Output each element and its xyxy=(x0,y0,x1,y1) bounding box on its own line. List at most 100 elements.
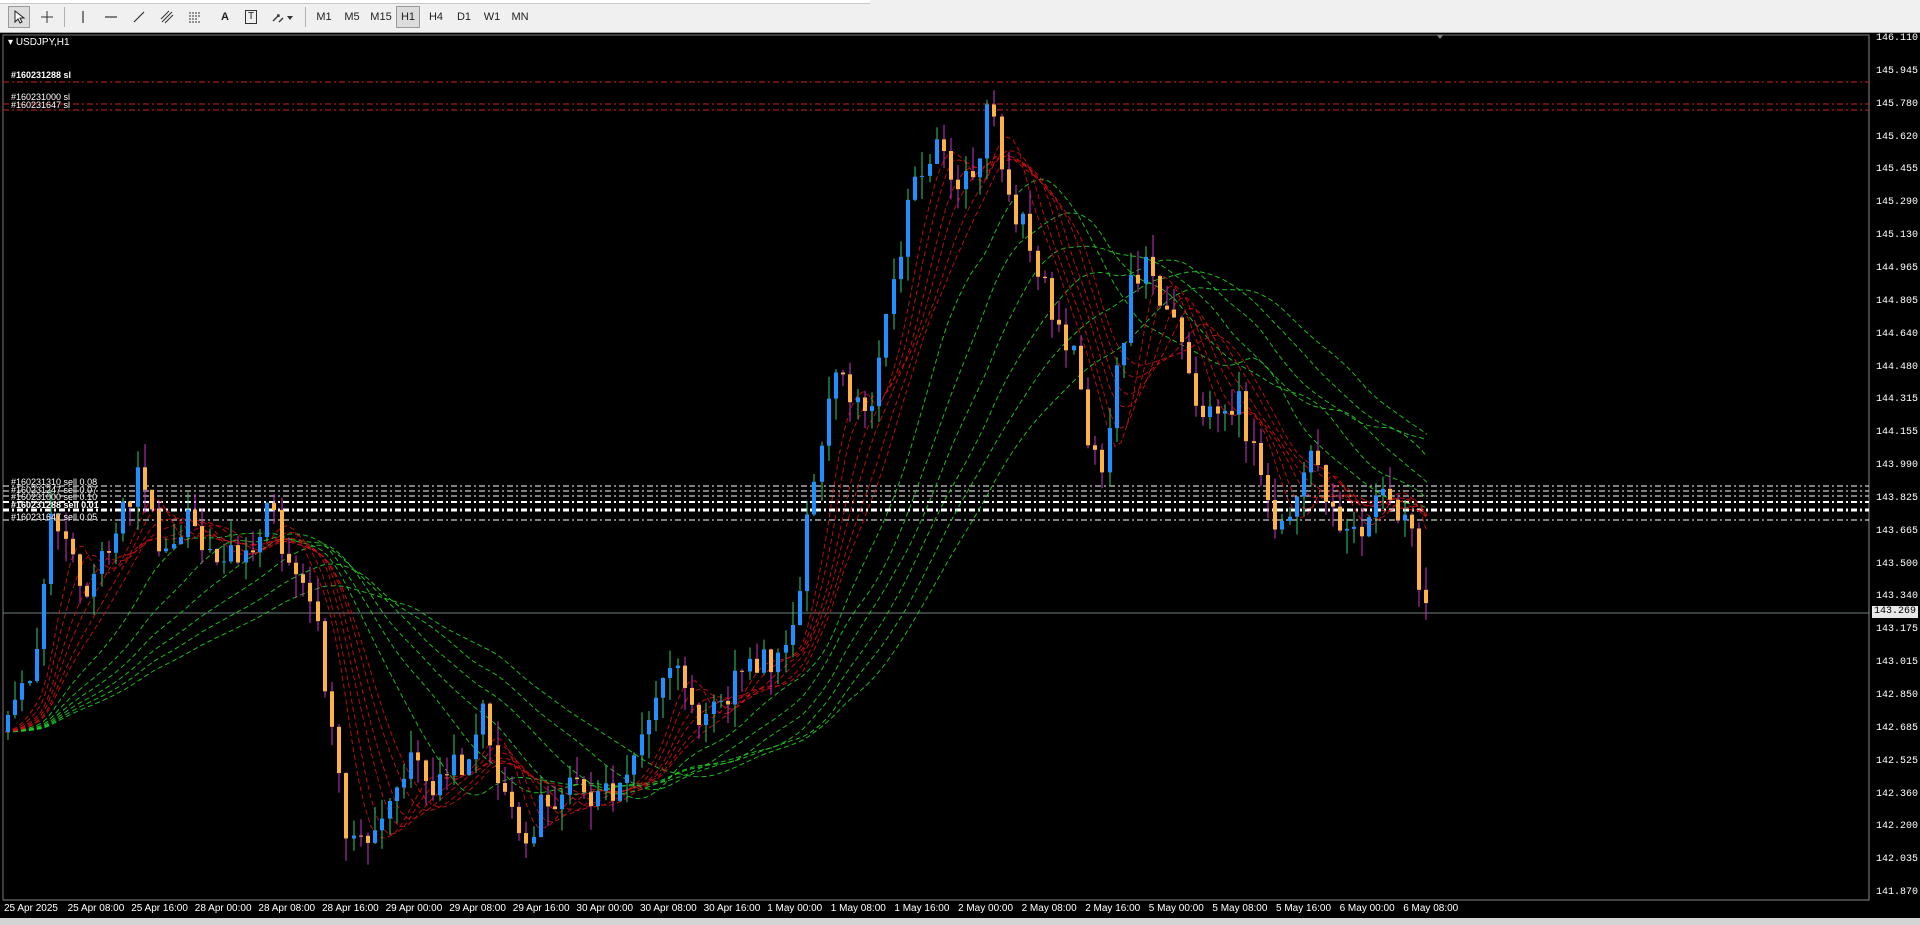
text-label-tool[interactable]: T xyxy=(240,6,262,28)
candle-body xyxy=(848,374,852,403)
time-tick-label: 25 Apr 08:00 xyxy=(67,903,125,914)
arrows-tool[interactable] xyxy=(268,6,298,28)
text-tool[interactable]: A xyxy=(214,6,236,28)
candle-body xyxy=(1201,405,1205,418)
candle-body xyxy=(820,445,824,482)
candle-body xyxy=(834,372,838,399)
candle-body xyxy=(1302,472,1306,497)
candle-body xyxy=(416,752,420,761)
candle-body xyxy=(1338,506,1342,531)
price-tick-label: 144.965 xyxy=(1876,262,1919,274)
candle-body xyxy=(892,279,896,314)
price-tick-label: 142.200 xyxy=(1876,821,1919,833)
candle-body xyxy=(683,665,687,688)
candle-body xyxy=(1115,365,1119,429)
candle-body xyxy=(1072,345,1076,351)
ma-fast-line xyxy=(4,153,1428,820)
candle-body xyxy=(956,179,960,190)
fibonacci-icon xyxy=(189,12,201,23)
timeframe-h1[interactable]: H1 xyxy=(396,6,420,28)
candle-body xyxy=(1367,517,1371,537)
candle-body xyxy=(913,176,917,200)
candle-body xyxy=(481,703,485,735)
candle-body xyxy=(604,783,608,792)
candle-body xyxy=(1151,256,1155,276)
fibonacci-tool[interactable] xyxy=(184,6,206,28)
candle-body xyxy=(1194,373,1198,406)
candle-body xyxy=(35,648,39,682)
timeframe-d1[interactable]: D1 xyxy=(452,6,476,28)
candle-body xyxy=(1014,194,1018,225)
candle-body xyxy=(424,760,428,782)
candle-body xyxy=(452,754,456,776)
candle-body xyxy=(467,759,471,775)
candle-body xyxy=(1079,345,1083,390)
price-tick-label: 146.110 xyxy=(1876,33,1919,44)
candle-body xyxy=(517,806,521,834)
candle-body xyxy=(899,256,903,280)
time-tick-label: 2 May 08:00 xyxy=(1021,903,1077,914)
timeframe-m1[interactable]: M1 xyxy=(312,6,336,28)
crosshair-tool[interactable] xyxy=(36,6,58,28)
candle-body xyxy=(568,777,572,795)
price-tick-label: 145.290 xyxy=(1876,197,1919,209)
timeframe-h4[interactable]: H4 xyxy=(424,6,448,28)
candle-body xyxy=(164,548,168,552)
horizontal-line-tool[interactable] xyxy=(100,6,122,28)
candle-body xyxy=(1352,526,1356,529)
candle-body xyxy=(676,665,680,669)
candle-body xyxy=(330,691,334,727)
timeframe-m15[interactable]: M15 xyxy=(368,6,394,28)
candle-body xyxy=(294,562,298,575)
candle-body xyxy=(352,835,356,839)
price-chart[interactable] xyxy=(0,33,1920,925)
candle-body xyxy=(71,538,75,555)
candle-body xyxy=(784,644,788,653)
price-tick-label: 142.850 xyxy=(1876,690,1919,701)
equidistant-channel-tool[interactable] xyxy=(156,6,178,28)
timeframe-mn[interactable]: MN xyxy=(508,6,532,28)
candle-body xyxy=(64,531,68,539)
candle-body xyxy=(208,549,212,551)
candle-body xyxy=(1381,488,1385,496)
candle-body xyxy=(1388,488,1392,500)
candle-body xyxy=(474,734,478,760)
candle-body xyxy=(805,514,809,592)
candle-body xyxy=(373,830,377,843)
price-tick-label: 144.155 xyxy=(1876,427,1919,439)
candle-body xyxy=(150,489,154,510)
candle-body xyxy=(1280,520,1284,530)
candle-body xyxy=(1345,528,1349,531)
candle-body xyxy=(582,779,586,793)
candle-body xyxy=(92,573,96,597)
candle-body xyxy=(640,734,644,756)
candle-body xyxy=(978,158,982,178)
candle-body xyxy=(6,714,10,732)
horizontal-scrollbar[interactable] xyxy=(0,918,1920,925)
timeframe-m5[interactable]: M5 xyxy=(340,6,364,28)
candle-body xyxy=(1295,496,1299,517)
candle-body xyxy=(539,794,543,837)
price-tick-label: 143.825 xyxy=(1876,492,1919,504)
vertical-line-tool[interactable] xyxy=(72,6,94,28)
price-tick-label: 143.015 xyxy=(1876,657,1919,669)
price-tick-label: 143.665 xyxy=(1876,525,1919,537)
candle-body xyxy=(935,139,939,164)
horizontal-line-icon xyxy=(105,16,117,18)
candle-body xyxy=(575,777,579,780)
collapse-arrow-icon[interactable]: ▾ xyxy=(8,37,13,48)
candle-body xyxy=(258,536,262,553)
order-label: #160231647 sell 0.05 xyxy=(11,512,98,522)
price-tick-label: 143.990 xyxy=(1876,460,1919,472)
text-icon: A xyxy=(221,11,229,23)
timeframe-w1[interactable]: W1 xyxy=(480,6,504,28)
candle-body xyxy=(100,551,104,574)
trendline-tool[interactable] xyxy=(128,6,150,28)
cursor-tool[interactable] xyxy=(8,6,30,28)
candle-body xyxy=(344,773,348,839)
ma-fast-line xyxy=(4,150,1428,835)
time-tick-label: 1 May 16:00 xyxy=(894,903,950,914)
price-tick-label: 142.685 xyxy=(1876,722,1919,734)
candle-body xyxy=(1043,276,1047,279)
candle-body xyxy=(863,397,867,411)
